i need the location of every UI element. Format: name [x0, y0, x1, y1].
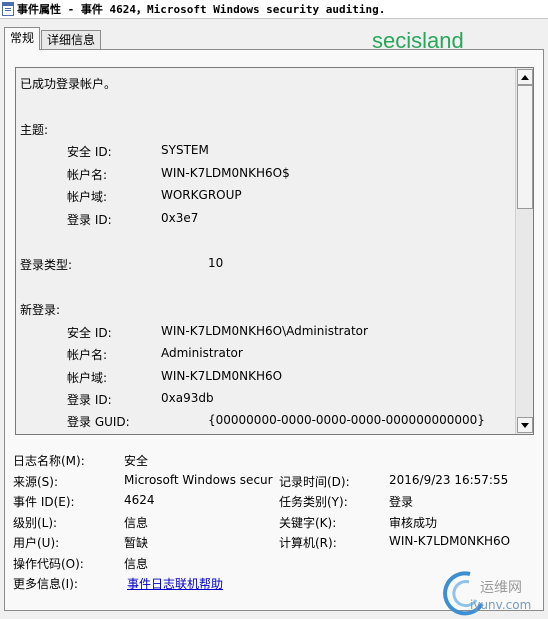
tab-general[interactable]: 常规: [4, 27, 41, 50]
scroll-up-button[interactable]: [517, 69, 533, 85]
task-category-value: 登录: [389, 495, 414, 509]
keywords-value: 审核成功: [389, 516, 438, 530]
new-logon-heading: 新登录:: [20, 303, 61, 317]
general-tab-panel: 已成功登录帐户。 主题: 安全 ID: SYSTEM 帐户名: WIN-K7LD…: [4, 49, 544, 611]
field-label: 帐户域:: [67, 190, 108, 204]
logo-text-en: iyunv.com: [470, 598, 532, 612]
level-value: 信息: [124, 516, 149, 530]
event-description-text: 已成功登录帐户。 主题: 安全 ID: SYSTEM 帐户名: WIN-K7LD…: [16, 68, 513, 434]
field-value: SYSTEM: [161, 143, 209, 157]
vertical-scrollbar[interactable]: [515, 68, 533, 434]
field-value: WIN-K7LDM0NKH6O: [161, 369, 283, 383]
field-label: 安全 ID:: [67, 326, 112, 340]
user-value: 暂缺: [124, 536, 149, 550]
logon-type-label: 登录类型:: [20, 258, 73, 272]
tab-details[interactable]: 详细信息: [41, 30, 102, 50]
arrow-up-icon: [521, 74, 529, 80]
more-info-label: 更多信息(I):: [13, 577, 78, 591]
field-label: 登录 ID:: [67, 213, 112, 227]
level-label: 级别(L):: [13, 516, 58, 530]
field-value: WORKGROUP: [161, 188, 242, 202]
scrollbar-thumb[interactable]: [517, 85, 533, 209]
window-title: 事件属性 - 事件 4624，Microsoft Windows securit…: [17, 3, 386, 16]
field-value: WIN-K7LDM0NKH6O\Administrator: [161, 324, 368, 338]
computer-value: WIN-K7LDM0NKH6O: [389, 534, 511, 548]
field-label: 帐户域:: [67, 371, 108, 385]
logged-value: 2016/9/23 16:57:55: [389, 473, 509, 487]
arrow-down-icon: [521, 422, 529, 428]
computer-label: 计算机(R):: [279, 536, 337, 550]
logo-text-cn: 运维网: [480, 580, 522, 596]
field-value: 0x3e7: [161, 211, 199, 225]
scroll-down-button[interactable]: [517, 417, 533, 433]
logged-label: 记录时间(D):: [279, 475, 350, 489]
subject-heading: 主题:: [20, 123, 49, 137]
task-category-label: 任务类别(Y):: [279, 495, 348, 509]
event-id-label: 事件 ID(E):: [13, 495, 75, 509]
keywords-label: 关键字(K):: [279, 516, 337, 530]
title-bar: 事件属性 - 事件 4624，Microsoft Windows securit…: [0, 0, 548, 19]
event-viewer-icon: [2, 2, 14, 16]
log-name-label: 日志名称(M):: [13, 454, 85, 468]
opcode-value: 信息: [124, 557, 149, 571]
event-description-box[interactable]: 已成功登录帐户。 主题: 安全 ID: SYSTEM 帐户名: WIN-K7LD…: [15, 67, 534, 435]
field-label: 帐户名:: [67, 168, 108, 182]
site-logo: 运维网 iyunv.com: [440, 568, 546, 618]
field-label: 登录 ID:: [67, 393, 112, 407]
description-intro: 已成功登录帐户。: [20, 77, 117, 91]
field-label: 帐户名:: [67, 348, 108, 362]
user-label: 用户(U):: [13, 536, 60, 550]
tab-strip: 常规 详细信息: [4, 27, 102, 50]
field-value: {00000000-0000-0000-0000-000000000000}: [208, 413, 485, 427]
field-label: 安全 ID:: [67, 145, 112, 159]
log-name-value: 安全: [124, 454, 149, 468]
source-value: Microsoft Windows secur: [124, 473, 273, 487]
online-help-link[interactable]: 事件日志联机帮助: [127, 575, 223, 592]
field-value: Administrator: [161, 346, 243, 360]
field-label: 登录 GUID:: [67, 415, 130, 429]
field-value: 0xa93db: [161, 391, 214, 405]
opcode-label: 操作代码(O):: [13, 557, 84, 571]
field-value: WIN-K7LDM0NKH6O$: [161, 166, 290, 180]
logon-type-value: 10: [208, 256, 224, 270]
event-id-value: 4624: [124, 493, 155, 507]
source-label: 来源(S):: [13, 475, 59, 489]
